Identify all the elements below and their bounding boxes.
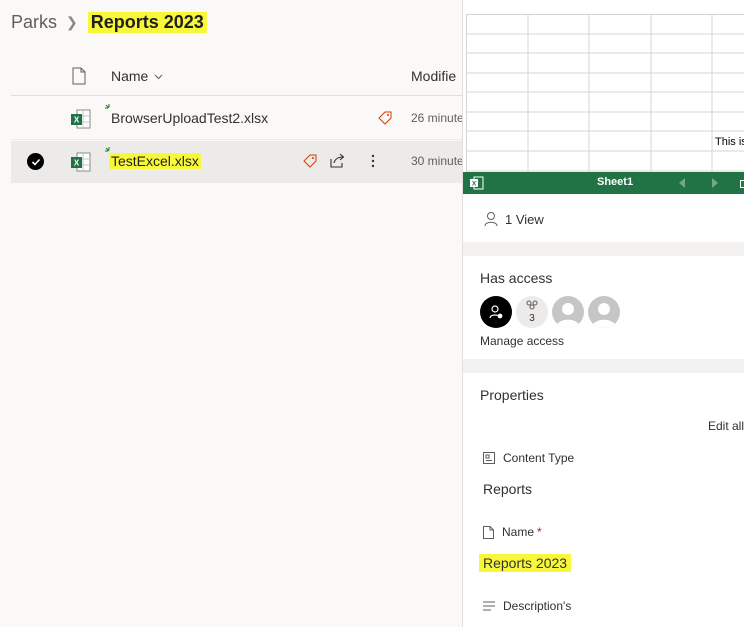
- manage-access-link[interactable]: Manage access: [480, 334, 564, 348]
- sheet-tab-bar: X Sheet1: [463, 172, 744, 194]
- document-library: Parks ❯ Reports 2023 Name Modifie X Brow…: [0, 0, 462, 627]
- previous-sheet-icon[interactable]: [679, 178, 685, 188]
- content-type-value[interactable]: Reports: [483, 481, 532, 497]
- person-icon: [556, 303, 580, 328]
- app-root: Parks ❯ Reports 2023 Name Modifie X Brow…: [0, 0, 744, 627]
- list-header: Name Modifie: [11, 58, 462, 96]
- column-header-name[interactable]: Name: [111, 68, 163, 84]
- sheet-tab[interactable]: Sheet1: [597, 176, 633, 188]
- person-icon: [592, 303, 616, 328]
- member-avatar[interactable]: [588, 296, 620, 328]
- tag-icon[interactable]: [377, 110, 393, 126]
- preview-cell-text: This is: [715, 136, 744, 148]
- column-header-modified[interactable]: Modifie: [411, 68, 462, 84]
- content-type-icon: [483, 452, 495, 464]
- properties-card: Properties Edit all Content Type Reports…: [463, 373, 744, 627]
- file-name[interactable]: TestExcel.xlsx: [109, 153, 201, 169]
- required-marker: *: [537, 525, 542, 539]
- excel-file-icon: X: [71, 152, 91, 172]
- breadcrumb: Parks ❯ Reports 2023: [11, 8, 207, 36]
- access-title: Has access: [480, 270, 553, 286]
- more-icon[interactable]: [368, 153, 378, 169]
- tag-icon[interactable]: [302, 153, 318, 169]
- fullscreen-icon[interactable]: [740, 180, 744, 188]
- breadcrumb-current[interactable]: Reports 2023: [87, 11, 207, 33]
- details-pane: This is X Sheet1 1 View Has access 3 Man…: [462, 0, 744, 627]
- file-preview[interactable]: This is X Sheet1: [463, 0, 744, 196]
- views-card: 1 View: [463, 196, 744, 242]
- access-card: Has access 3 Manage access: [463, 256, 744, 359]
- breadcrumb-parent[interactable]: Parks: [11, 12, 57, 33]
- content-type-label: Content Type: [483, 451, 574, 465]
- text-lines-icon: [483, 601, 495, 611]
- member-avatar[interactable]: [552, 296, 584, 328]
- group-icon: [526, 300, 538, 310]
- chevron-down-icon: [155, 74, 163, 79]
- description-label-text: Description's: [503, 599, 572, 613]
- next-sheet-icon[interactable]: [712, 178, 718, 188]
- excel-file-icon: X: [71, 109, 91, 129]
- group-member-count: 3: [529, 313, 535, 324]
- svg-text:X: X: [74, 159, 80, 168]
- edit-all-link[interactable]: Edit all: [708, 419, 744, 433]
- file-icon[interactable]: [72, 67, 86, 85]
- table-row-selected[interactable]: X TestExcel.xlsx 30 minute: [11, 141, 462, 183]
- modified-time: 30 minute: [411, 154, 462, 168]
- group-avatar[interactable]: 3: [516, 296, 548, 328]
- view-count: 1 View: [505, 212, 544, 227]
- checkmark-icon[interactable]: [27, 153, 44, 170]
- table-row[interactable]: X BrowserUploadTest2.xlsx 26 minute: [11, 98, 462, 140]
- excel-icon: X: [470, 176, 484, 190]
- spreadsheet-grid: [466, 14, 744, 172]
- svg-text:X: X: [472, 181, 477, 188]
- name-label: Name *: [483, 525, 542, 539]
- chevron-right-icon: ❯: [66, 13, 78, 30]
- properties-title: Properties: [480, 387, 544, 403]
- file-name[interactable]: BrowserUploadTest2.xlsx: [111, 110, 268, 126]
- owner-avatar[interactable]: [480, 296, 512, 328]
- column-header-name-label: Name: [111, 68, 149, 84]
- name-value[interactable]: Reports 2023: [479, 554, 572, 572]
- content-type-label-text: Content Type: [503, 451, 575, 465]
- description-label: Description's: [483, 599, 571, 613]
- person-settings-icon: [489, 305, 503, 319]
- svg-text:X: X: [74, 116, 80, 125]
- person-icon: [484, 212, 498, 227]
- share-icon[interactable]: [328, 153, 346, 169]
- document-icon: [483, 525, 494, 539]
- name-label-text: Name: [502, 525, 535, 539]
- modified-time: 26 minute: [411, 111, 462, 125]
